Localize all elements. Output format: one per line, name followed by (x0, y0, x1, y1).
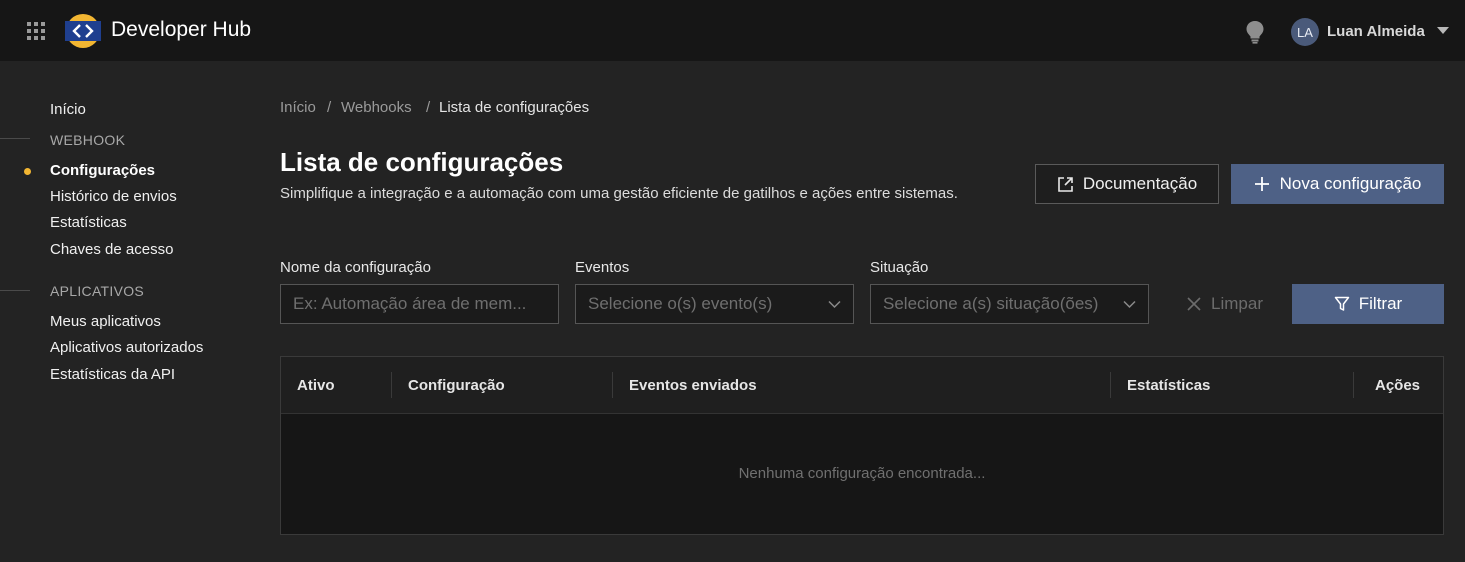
breadcrumb-home[interactable]: Início (280, 99, 316, 116)
column-header-configuracao[interactable]: Configuração (408, 377, 505, 394)
sidebar-divider (0, 138, 30, 139)
top-bar: Developer Hub LA Luan Almeida (0, 0, 1465, 61)
clear-filters-button[interactable]: Limpar (1175, 284, 1275, 324)
column-header-ativo[interactable]: Ativo (297, 377, 335, 394)
status-select-placeholder: Selecione a(s) situação(ões) (883, 294, 1099, 313)
apply-filter-label: Filtrar (1358, 294, 1403, 313)
column-header-estatisticas[interactable]: Estatísticas (1127, 377, 1210, 394)
funnel-icon (1334, 296, 1350, 311)
app-title[interactable]: Developer Hub (111, 18, 251, 42)
configurations-table: Ativo Configuração Eventos enviados Esta… (280, 356, 1444, 535)
sidebar-item-historico[interactable]: Histórico de envios (50, 188, 177, 205)
column-divider (1110, 372, 1111, 398)
events-select[interactable]: Selecione o(s) evento(s) (575, 284, 854, 324)
status-filter-label: Situação (870, 259, 929, 276)
chevron-down-icon (828, 300, 841, 308)
breadcrumb-separator: / (327, 99, 332, 116)
breadcrumb-separator: / (426, 99, 431, 116)
lightbulb-icon[interactable] (1245, 20, 1265, 44)
name-filter-field (280, 284, 559, 324)
name-filter-input[interactable] (293, 294, 546, 314)
caret-down-icon[interactable] (1436, 26, 1450, 36)
documentation-button-label: Documentação (1082, 174, 1198, 193)
page-title: Lista de configurações (280, 147, 564, 177)
avatar-initials: LA (1297, 24, 1313, 40)
column-header-acoes[interactable]: Ações (1375, 377, 1420, 394)
sidebar-item-estatisticas-api[interactable]: Estatísticas da API (50, 366, 175, 383)
developer-hub-logo[interactable] (64, 13, 102, 49)
name-filter-label: Nome da configuração (280, 259, 431, 276)
close-icon (1187, 297, 1201, 311)
empty-table-message: Nenhuma configuração encontrada... (738, 465, 986, 482)
breadcrumb-current: Lista de configurações (439, 99, 590, 116)
sidebar-item-chaves[interactable]: Chaves de acesso (50, 241, 173, 258)
clear-filters-label: Limpar (1211, 294, 1263, 313)
documentation-button[interactable]: Documentação (1035, 164, 1219, 204)
user-name[interactable]: Luan Almeida (1327, 23, 1425, 40)
sidebar-item-configuracoes[interactable]: Configurações (50, 162, 155, 179)
table-header: Ativo Configuração Eventos enviados Esta… (281, 357, 1443, 414)
page-description: Simplifique a integração e a automação c… (280, 185, 958, 202)
breadcrumb-webhooks[interactable]: Webhooks (341, 99, 412, 116)
external-link-icon (1058, 176, 1073, 192)
new-configuration-button-label: Nova configuração (1279, 174, 1422, 193)
sidebar-item-aplicativos-autorizados[interactable]: Aplicativos autorizados (50, 339, 203, 356)
events-select-placeholder: Selecione o(s) evento(s) (588, 294, 773, 313)
active-indicator-dot (24, 168, 31, 175)
apps-grid-icon[interactable] (27, 22, 45, 40)
sidebar-section-webhook: WEBHOOK (50, 132, 126, 148)
sidebar-item-estatisticas[interactable]: Estatísticas (50, 214, 127, 231)
chevron-down-icon (1123, 300, 1136, 308)
sidebar-section-aplicativos: APLICATIVOS (50, 283, 145, 299)
apply-filter-button[interactable]: Filtrar (1292, 284, 1444, 324)
plus-icon (1254, 177, 1269, 191)
sidebar-item-meus-aplicativos[interactable]: Meus aplicativos (50, 313, 161, 330)
status-select[interactable]: Selecione a(s) situação(ões) (870, 284, 1149, 324)
new-configuration-button[interactable]: Nova configuração (1231, 164, 1444, 204)
events-filter-label: Eventos (575, 259, 630, 276)
column-divider (391, 372, 392, 398)
column-header-eventos-enviados[interactable]: Eventos enviados (629, 377, 757, 394)
avatar[interactable]: LA (1291, 18, 1319, 46)
sidebar-item-home[interactable]: Início (50, 101, 86, 118)
column-divider (612, 372, 613, 398)
column-divider (1353, 372, 1354, 398)
sidebar-divider (0, 290, 30, 291)
